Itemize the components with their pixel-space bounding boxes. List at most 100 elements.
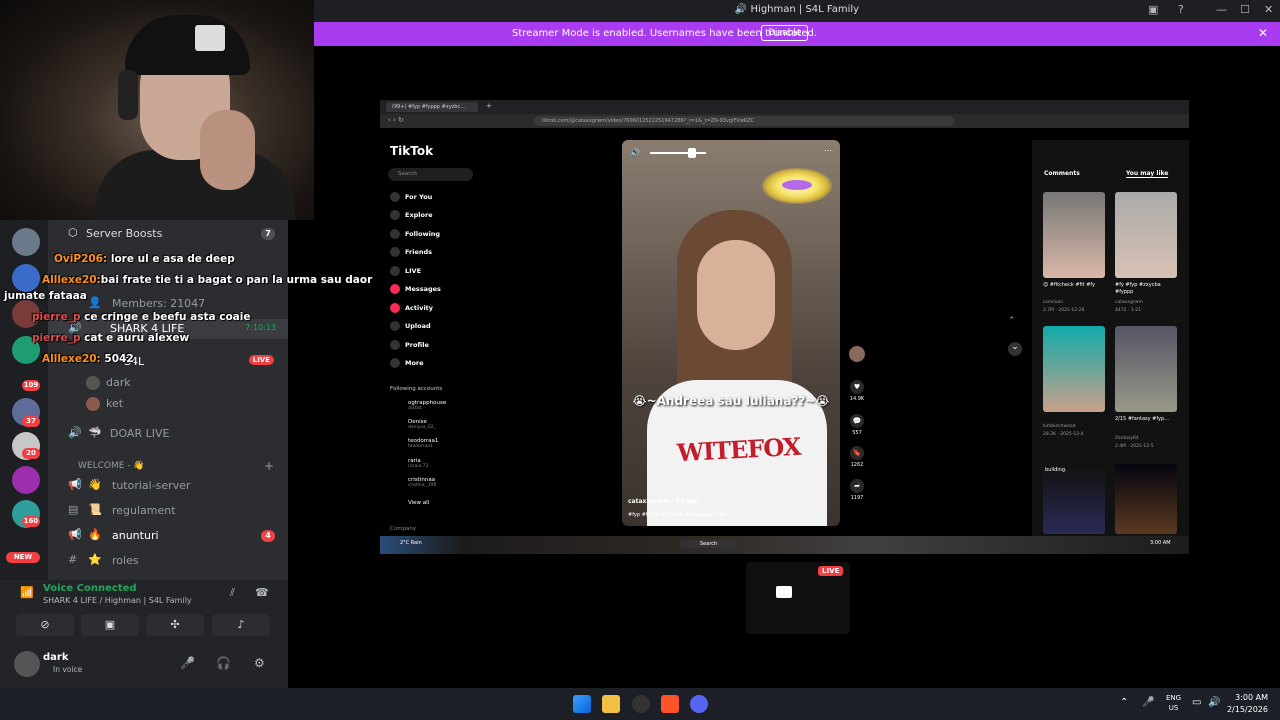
volume-slider-handle[interactable] (688, 148, 696, 158)
suggestion-thumbnail[interactable] (1043, 464, 1105, 534)
tab-comments[interactable]: Comments (1044, 170, 1080, 177)
suggestion-thumbnail[interactable] (1043, 192, 1105, 278)
suggestion-caption[interactable]: 😊 #fitcheck #fit #fy (1043, 282, 1107, 289)
author-avatar[interactable] (848, 346, 866, 364)
noise-suppression-icon[interactable]: ⫽ (230, 586, 235, 600)
tray-overflow-icon[interactable]: ⌃ (1120, 697, 1128, 708)
company-link[interactable]: Company (390, 526, 416, 532)
volume-control[interactable]: 🔊 (630, 148, 710, 158)
tiktok-search[interactable]: Search (388, 168, 473, 181)
next-video-icon[interactable]: ⌄ (1008, 342, 1022, 356)
close-banner-icon[interactable]: ✕ (1258, 26, 1268, 40)
nav-activity[interactable]: Activity (390, 303, 433, 313)
discord-icon[interactable] (690, 695, 708, 713)
volume-icon[interactable]: 🔊 (1208, 697, 1220, 708)
suggestion-thumbnail[interactable] (1115, 464, 1177, 534)
share-button[interactable]: ➦ 1197 (848, 479, 866, 501)
microphone-icon[interactable]: 🎤 (180, 656, 195, 670)
category-welcome[interactable]: WELCOME - 👋 + (48, 458, 288, 478)
like-button[interactable]: ♥ 14.9K (848, 380, 866, 402)
bookmark-button[interactable]: 🔖 1262 (848, 446, 866, 468)
following-account[interactable]: teodorraa1 teodorraa1 (408, 438, 438, 449)
previous-video-icon[interactable]: ⌃ (1008, 316, 1016, 326)
suggestion-author: kimbiechwood (1043, 424, 1076, 429)
channel-roles[interactable]: # ⭐ roles (48, 551, 288, 571)
nav-upload[interactable]: Upload (390, 321, 431, 331)
live-badge: LIVE (818, 566, 844, 576)
activities-button[interactable]: ✣ (146, 614, 204, 636)
volume-track[interactable] (650, 152, 706, 154)
chat-message: Alllexe20: 5042 (42, 353, 134, 365)
tiktok-video[interactable]: WITEFOX 😭~Andreea sau Iuliana??~😭 cataxx… (622, 140, 840, 526)
chat-message: jumate fataaa (4, 290, 87, 302)
voice-channel-info[interactable]: SHARK 4 LIFE / Highman | S4L Family (43, 596, 192, 605)
weather-widget: 2°C Rain (400, 540, 422, 546)
headphones-icon[interactable]: 🎧 (216, 656, 231, 670)
voice-user[interactable]: dark (48, 373, 288, 393)
channel-tutorial-server[interactable]: 📢 👋 tutorial-server (48, 476, 288, 496)
maximize-button[interactable]: ☐ (1240, 3, 1250, 16)
view-all-link[interactable]: View all (408, 500, 429, 506)
suggestion-caption[interactable]: #fy #fyp #zxycba #fyppp (1115, 282, 1179, 296)
disable-streamer-mode-button[interactable]: Disable (761, 25, 809, 41)
minimize-button[interactable]: — (1216, 3, 1227, 16)
network-icon[interactable]: ▭ (1192, 697, 1201, 708)
stream-preview-tile[interactable]: LIVE (746, 562, 850, 634)
suggestion-thumbnail[interactable] (1115, 192, 1177, 278)
suggestion-thumbnail[interactable] (1043, 326, 1105, 412)
suggestion-meta: 2.4M · 2025-12-5 (1115, 444, 1154, 449)
voice-user[interactable]: ket (48, 394, 288, 414)
nav-messages[interactable]: Messages (390, 284, 441, 294)
webcam-overlay (0, 0, 314, 220)
soundboard-button[interactable]: ♪ (212, 614, 270, 636)
server-icon[interactable] (12, 466, 40, 494)
camera-button[interactable]: ⊘ (16, 614, 74, 636)
comment-button[interactable]: 💬 557 (848, 414, 866, 436)
following-account[interactable]: cristinnaa cristina__0f8 (408, 477, 436, 488)
help-icon[interactable]: ? (1178, 3, 1184, 16)
streamed-search: Search (680, 540, 738, 548)
stream-view[interactable]: (99+) #fyp #fyppp #xyzbc... + ‹ › ↻ tikt… (380, 100, 1189, 554)
nav-more[interactable]: More (390, 358, 424, 368)
url-field[interactable]: tiktok.com/@cataxxgrwm/video/76060125222… (534, 116, 954, 126)
system-clock[interactable]: 3:00 AM 2/15/2026 (1227, 692, 1268, 716)
back-icon[interactable]: ‹ › ↻ (388, 116, 404, 124)
close-button[interactable]: ✕ (1264, 3, 1273, 16)
file-explorer-icon[interactable] (602, 695, 620, 713)
nav-explore[interactable]: Explore (390, 210, 433, 220)
nav-following[interactable]: Following (390, 229, 440, 239)
add-channel-icon[interactable]: + (264, 459, 274, 473)
inbox-icon[interactable]: ▣ (1148, 3, 1158, 16)
brave-browser-icon[interactable] (661, 695, 679, 713)
new-tab-icon[interactable]: + (486, 102, 492, 110)
suggestion-thumbnail[interactable] (1115, 326, 1177, 412)
microphone-tray-icon[interactable]: 🎤 (1142, 697, 1154, 708)
channel-doar-live[interactable]: 🔊 🦈 DOAR LIVE (48, 424, 288, 444)
nav-friends[interactable]: Friends (390, 247, 432, 257)
tiktok-logo[interactable]: TikTok (390, 144, 433, 158)
following-account[interactable]: ogtrapphouse al10st (408, 400, 446, 411)
screen-share-button[interactable]: ▣ (81, 614, 139, 636)
start-icon[interactable] (573, 695, 591, 713)
settings-gear-icon[interactable]: ⚙ (254, 656, 265, 670)
disconnect-icon[interactable]: ☎ (255, 586, 269, 599)
channel-regulament[interactable]: ▤ 📜 regulament (48, 501, 288, 521)
following-account[interactable]: raria raraia.73 (408, 458, 428, 469)
browser-tab[interactable]: (99+) #fyp #fyppp #xyzbc... (386, 102, 478, 112)
obs-icon[interactable] (632, 695, 650, 713)
server-icon[interactable] (12, 264, 40, 292)
nav-live[interactable]: LIVE (390, 266, 421, 276)
language-indicator[interactable]: ENG US (1166, 693, 1181, 713)
server-boosts[interactable]: ⬡ Server Boosts 7 (48, 224, 288, 244)
channel-anunturi[interactable]: 📢 🔥 anunturi 4 (48, 526, 288, 546)
avatar[interactable] (14, 651, 40, 677)
suggestion-caption[interactable]: 2/15 #fantasy #fyp... (1115, 416, 1179, 423)
server-icon[interactable] (12, 228, 40, 256)
more-options-icon[interactable]: ⋯ (824, 146, 832, 155)
nav-profile[interactable]: Profile (390, 340, 429, 350)
tab-you-may-like[interactable]: You may like (1126, 170, 1169, 178)
video-hashtags[interactable]: #fyp #fyppp #zxycba #catxxgrwm #fy (628, 512, 727, 518)
following-account[interactable]: Denise deniysa_02_ (408, 419, 436, 430)
nav-for-you[interactable]: For You (390, 192, 432, 202)
video-author[interactable]: cataxxgrwm · 2d ago (628, 498, 699, 505)
